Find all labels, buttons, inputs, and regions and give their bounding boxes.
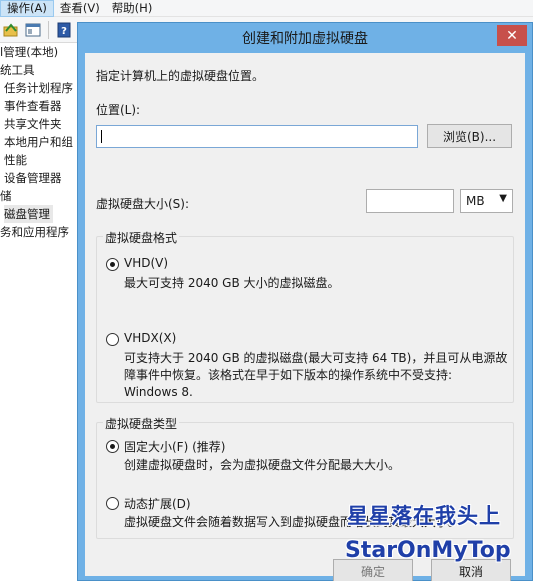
radio-fixed-size[interactable] bbox=[106, 440, 119, 453]
tree-item-disk-management[interactable]: 磁盘管理 bbox=[4, 205, 53, 223]
radio-fixed-size-label[interactable]: 固定大小(F) (推荐) bbox=[124, 438, 225, 455]
close-icon: ✕ bbox=[506, 27, 518, 44]
chevron-down-icon: ▼ bbox=[499, 193, 507, 204]
console-tree-icon[interactable] bbox=[24, 21, 42, 39]
dialog-title: 创建和附加虚拟硬盘 bbox=[242, 31, 368, 47]
vhd-format-group: 虚拟硬盘格式 VHD(V) 最大可支持 2040 GB 大小的虚拟磁盘。 VHD… bbox=[96, 229, 514, 403]
dialog-titlebar[interactable]: 创建和附加虚拟硬盘 ✕ bbox=[78, 23, 532, 53]
vhd-format-title: 虚拟硬盘格式 bbox=[103, 229, 180, 246]
watermark-cn: 星星落在我头上 bbox=[347, 504, 501, 528]
tree-item-services-apps[interactable]: 务和应用程序 bbox=[0, 223, 78, 241]
help-icon[interactable]: ? bbox=[55, 21, 73, 39]
vhdx-desc-line: 可支持大于 2040 GB 的虚拟磁盘(最大可支持 64 TB)，并且可从电源故 bbox=[124, 351, 508, 365]
radio-dynamic-label[interactable]: 动态扩展(D) bbox=[124, 495, 191, 512]
radio-vhd-label[interactable]: VHD(V) bbox=[124, 256, 168, 270]
vhdx-description: 可支持大于 2040 GB 的虚拟磁盘(最大可支持 64 TB)，并且可从电源故… bbox=[124, 350, 507, 401]
menu-bar: 操作(A) 查看(V) 帮助(H) bbox=[0, 0, 533, 17]
size-unit-select[interactable]: MB ▼ bbox=[460, 189, 513, 213]
location-input[interactable] bbox=[96, 125, 418, 148]
tree-item-task-scheduler[interactable]: 任务计划程序 bbox=[0, 79, 78, 97]
radio-vhdx-label[interactable]: VHDX(X) bbox=[124, 331, 176, 345]
watermark: 星星落在我头上 StarOnMyTop bbox=[345, 500, 533, 581]
create-vhd-dialog: 创建和附加虚拟硬盘 ✕ 指定计算机上的虚拟硬盘位置。 位置(L): 浏览(B).… bbox=[77, 22, 533, 581]
tree-item-storage[interactable]: 储 bbox=[0, 187, 78, 205]
svg-text:?: ? bbox=[61, 26, 67, 37]
console-tree: l管理(本地) 统工具 任务计划程序 事件查看器 共享文件夹 本地用户和组 性能… bbox=[0, 43, 78, 581]
tree-item-shared-folders[interactable]: 共享文件夹 bbox=[0, 115, 78, 133]
folder-up-icon[interactable] bbox=[2, 21, 20, 39]
tree-item-performance[interactable]: 性能 bbox=[0, 151, 78, 169]
browse-button[interactable]: 浏览(B)... bbox=[427, 124, 512, 148]
fixed-desc-line: 创建虚拟硬盘时，会为虚拟硬盘文件分配最大大小。 bbox=[124, 458, 401, 472]
size-unit-value: MB bbox=[466, 194, 485, 208]
menu-action[interactable]: 操作(A) bbox=[0, 0, 54, 17]
vhd-description: 最大可支持 2040 GB 大小的虚拟磁盘。 bbox=[124, 275, 340, 292]
radio-vhdx[interactable] bbox=[106, 333, 119, 346]
tree-item-local-users[interactable]: 本地用户和组 bbox=[0, 133, 78, 151]
size-label: 虚拟硬盘大小(S): bbox=[96, 197, 190, 211]
instruction-text: 指定计算机上的虚拟硬盘位置。 bbox=[96, 69, 265, 83]
size-input[interactable] bbox=[366, 189, 454, 213]
dialog-body: 指定计算机上的虚拟硬盘位置。 位置(L): 浏览(B)... 虚拟硬盘大小(S)… bbox=[85, 53, 525, 581]
location-label: 位置(L): bbox=[96, 103, 141, 117]
vhdx-desc-line: Windows 8. bbox=[124, 385, 193, 399]
radio-dynamic[interactable] bbox=[106, 497, 119, 510]
vhd-type-title: 虚拟硬盘类型 bbox=[103, 415, 180, 432]
tree-item-event-viewer[interactable]: 事件查看器 bbox=[0, 97, 78, 115]
tree-item-system-tools[interactable]: 统工具 bbox=[0, 61, 78, 79]
close-button[interactable]: ✕ bbox=[497, 25, 527, 46]
fixed-size-description: 创建虚拟硬盘时，会为虚拟硬盘文件分配最大大小。 bbox=[124, 457, 400, 474]
text-caret bbox=[101, 130, 102, 143]
toolbar-separator bbox=[48, 20, 49, 39]
menu-view[interactable]: 查看(V) bbox=[54, 0, 106, 17]
vhd-desc-line: 最大可支持 2040 GB 大小的虚拟磁盘。 bbox=[124, 276, 340, 290]
watermark-en: StarOnMyTop bbox=[345, 538, 511, 563]
menu-help[interactable]: 帮助(H) bbox=[106, 0, 159, 17]
tree-item-computer-management[interactable]: l管理(本地) bbox=[0, 43, 78, 61]
radio-vhd[interactable] bbox=[106, 258, 119, 271]
tree-item-device-manager[interactable]: 设备管理器 bbox=[0, 169, 78, 187]
vhdx-desc-line: 障事件中恢复。该格式在早于如下版本的操作系统中不受支持: bbox=[124, 368, 453, 382]
